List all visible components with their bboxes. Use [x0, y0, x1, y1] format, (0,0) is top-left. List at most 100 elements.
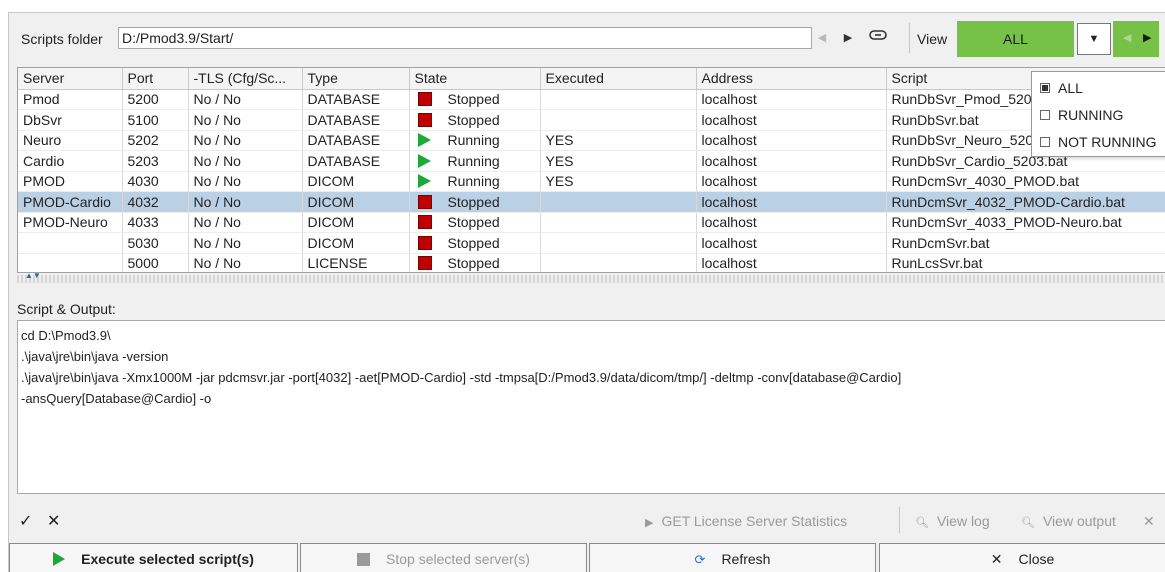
- cell-server: PMOD-Cardio: [18, 191, 123, 213]
- column-header-server[interactable]: Server: [18, 68, 123, 90]
- stopped-icon: [417, 235, 432, 250]
- state-label: Stopped: [447, 214, 500, 231]
- server-manager-panel: Scripts folder D:/Pmod3.9/Start/ ◀ ▶ Vie…: [8, 12, 1165, 572]
- cell-tls: No / No: [188, 130, 303, 151]
- cell-address: localhost: [696, 109, 887, 131]
- view-option-not-running[interactable]: NOT RUNNING: [1040, 134, 1157, 150]
- stopped-icon: [417, 112, 432, 127]
- cell-state: Running: [409, 130, 541, 151]
- cell-executed: YES: [540, 130, 697, 151]
- next-view-icon[interactable]: ▶: [1143, 31, 1151, 44]
- checkbox-icon[interactable]: [1040, 110, 1050, 120]
- cell-tls: No / No: [188, 150, 303, 172]
- previous-icon[interactable]: ◀: [813, 29, 831, 47]
- script-output-area[interactable]: cd D:\Pmod3.9\ .\java\jre\bin\java -vers…: [17, 320, 1165, 494]
- cell-state: Stopped: [409, 232, 541, 254]
- check-icon[interactable]: ✓: [19, 511, 32, 531]
- view-log-button[interactable]: 🔍︎ View log: [915, 513, 990, 529]
- table-row[interactable]: PMOD-Cardio 4032 No / No DICOM Stopped localh…: [18, 191, 1165, 213]
- cell-server: PMOD: [18, 171, 123, 192]
- cell-state: Running: [409, 150, 541, 172]
- cell-state: Running: [409, 171, 541, 192]
- execute-scripts-button[interactable]: Execute selected script(s): [9, 543, 298, 572]
- cell-type: DATABASE: [302, 109, 410, 131]
- collapse-arrows-icon[interactable]: ▲▼: [25, 271, 41, 280]
- cell-address: localhost: [696, 191, 887, 213]
- cell-executed: [540, 232, 697, 254]
- state-label: Stopped: [447, 91, 500, 108]
- state-label: Running: [447, 152, 500, 169]
- cell-state: Stopped: [409, 253, 541, 272]
- cell-state: Stopped: [409, 109, 541, 131]
- column-header-executed[interactable]: Executed: [540, 68, 697, 90]
- running-icon: [417, 174, 431, 189]
- close-label: Close: [1018, 551, 1055, 567]
- column-header-state[interactable]: State: [409, 68, 541, 90]
- cell-executed: [540, 212, 697, 233]
- checkbox-icon[interactable]: [1040, 137, 1050, 147]
- table-row[interactable]: Neuro 5202 No / No DATABASE Running YES localh…: [18, 130, 1165, 151]
- cell-type: DATABASE: [302, 89, 410, 110]
- view-output-button[interactable]: 🔍︎ View output: [1021, 513, 1116, 529]
- splitter-handle[interactable]: ▲▼: [17, 271, 1165, 283]
- cell-server: Cardio: [18, 150, 123, 172]
- column-header-port[interactable]: Port: [122, 68, 189, 90]
- get-license-stats-button[interactable]: ▶ GET License Server Statistics: [645, 513, 847, 529]
- toolbar-divider: [909, 23, 910, 53]
- cell-type: LICENSE: [302, 253, 410, 272]
- cell-script: RunDcmSvr_4032_PMOD-Cardio.bat: [886, 191, 1165, 213]
- top-toolbar: Scripts folder D:/Pmod3.9/Start/ ◀ ▶ Vie…: [9, 13, 1165, 65]
- column-header-type[interactable]: Type: [302, 68, 410, 90]
- cell-script: RunDcmSvr_4033_PMOD-Neuro.bat: [886, 212, 1165, 233]
- table-row[interactable]: 5000 No / No LICENSE Stopped localhost RunLcs…: [18, 253, 1165, 272]
- output-line: .\java\jre\bin\java -Xmx1000M -jar pdcms…: [21, 370, 902, 385]
- cell-address: localhost: [696, 212, 887, 233]
- view-filter-value[interactable]: ALL: [957, 21, 1074, 57]
- view-dropdown-button[interactable]: ▼: [1077, 23, 1111, 55]
- view-log-label: View log: [936, 513, 990, 529]
- column-header-tls[interactable]: -TLS (Cfg/Sc...: [188, 68, 303, 90]
- checkbox-icon[interactable]: [1040, 83, 1050, 93]
- stop-icon: [357, 553, 371, 566]
- view-option-label: ALL: [1058, 80, 1083, 96]
- cell-port: 5202: [122, 130, 189, 151]
- cell-port: 4032: [122, 191, 189, 213]
- refresh-icon: ⟳: [694, 552, 706, 567]
- cell-port: 5200: [122, 89, 189, 110]
- stopped-icon: [417, 215, 432, 230]
- view-option-all[interactable]: ALL: [1040, 80, 1083, 96]
- cell-port: 4033: [122, 212, 189, 233]
- table-row[interactable]: PMOD-Neuro 4033 No / No DICOM Stopped localho…: [18, 212, 1165, 233]
- column-header-address[interactable]: Address: [696, 68, 887, 90]
- link-icon[interactable]: [867, 29, 889, 47]
- stop-servers-button[interactable]: Stop selected server(s): [300, 543, 587, 572]
- table-row[interactable]: 5030 No / No DICOM Stopped localhost RunDcmSv…: [18, 232, 1165, 254]
- close-button[interactable]: ✕ Close: [879, 543, 1165, 572]
- clear-icon[interactable]: ✕: [47, 511, 60, 531]
- refresh-button[interactable]: ⟳ Refresh: [589, 543, 876, 572]
- table-row[interactable]: Pmod 5200 No / No DATABASE Stopped localhost R…: [18, 89, 1165, 110]
- table-row[interactable]: DbSvr 5100 No / No DATABASE Stopped localhost…: [18, 109, 1165, 131]
- cell-type: DATABASE: [302, 150, 410, 172]
- previous-view-icon[interactable]: ◀: [1123, 31, 1131, 44]
- cell-tls: No / No: [188, 109, 303, 131]
- state-label: Running: [447, 173, 500, 190]
- cell-script: RunLcsSvr.bat: [886, 253, 1165, 272]
- toolbar-divider: [899, 507, 900, 533]
- table-row[interactable]: PMOD 4030 No / No DICOM Running YES localhost R…: [18, 171, 1165, 192]
- state-label: Stopped: [447, 193, 500, 210]
- view-option-label: NOT RUNNING: [1058, 134, 1157, 150]
- state-label: Stopped: [447, 255, 500, 272]
- next-icon[interactable]: ▶: [839, 29, 857, 47]
- get-license-stats-label: GET License Server Statistics: [661, 513, 848, 529]
- execute-label: Execute selected script(s): [81, 551, 254, 567]
- view-option-running[interactable]: RUNNING: [1040, 107, 1123, 123]
- refresh-label: Refresh: [721, 551, 771, 567]
- scripts-folder-input[interactable]: D:/Pmod3.9/Start/: [118, 27, 812, 49]
- close-icon: ✕: [990, 551, 1003, 567]
- play-icon: [53, 552, 66, 566]
- cell-address: localhost: [696, 130, 887, 151]
- cell-executed: [540, 191, 697, 213]
- close-output-icon[interactable]: ✕: [1143, 513, 1155, 530]
- table-row[interactable]: Cardio 5203 No / No DATABASE Running YES local…: [18, 150, 1165, 172]
